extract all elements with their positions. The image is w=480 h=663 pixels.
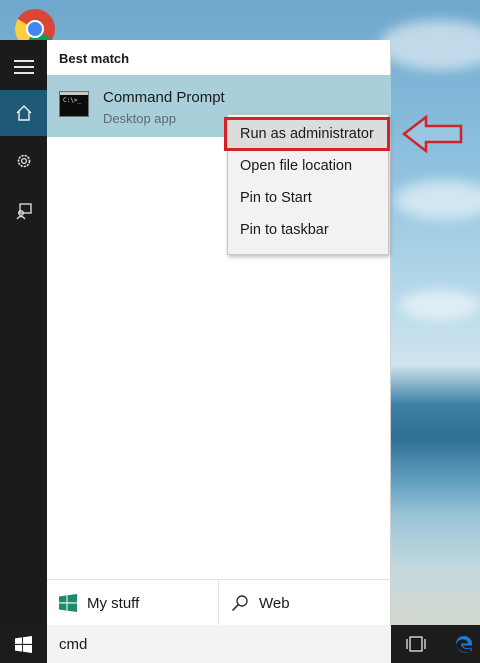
windows-logo-icon bbox=[59, 594, 77, 612]
edge-browser-button[interactable] bbox=[448, 625, 480, 663]
search-filters: My stuff Web bbox=[47, 579, 391, 626]
result-type: Desktop app bbox=[103, 111, 176, 126]
web-button[interactable]: Web bbox=[219, 580, 391, 626]
feedback-icon bbox=[15, 203, 32, 220]
annotation-arrow-icon bbox=[402, 114, 463, 154]
taskbar: cmd bbox=[0, 625, 480, 663]
web-label: Web bbox=[259, 594, 290, 612]
start-menu-rail bbox=[0, 40, 47, 625]
menu-item-pin-to-start[interactable]: Pin to Start bbox=[228, 182, 388, 214]
feedback-button[interactable] bbox=[0, 188, 47, 234]
menu-item-run-as-administrator[interactable]: Run as administrator bbox=[228, 118, 388, 150]
search-input[interactable]: cmd bbox=[47, 625, 391, 663]
windows-start-icon bbox=[15, 635, 32, 653]
home-button[interactable] bbox=[0, 90, 47, 136]
settings-button[interactable] bbox=[0, 138, 47, 184]
menu-item-pin-to-taskbar[interactable]: Pin to taskbar bbox=[228, 214, 388, 246]
search-icon bbox=[231, 595, 248, 612]
command-prompt-icon: C:\>_ bbox=[59, 91, 89, 117]
hamburger-menu-button[interactable] bbox=[0, 44, 47, 90]
home-icon bbox=[16, 105, 31, 121]
my-stuff-label: My stuff bbox=[87, 594, 140, 612]
my-stuff-button[interactable]: My stuff bbox=[47, 580, 219, 626]
task-view-icon bbox=[406, 636, 426, 652]
best-match-heading: Best match bbox=[59, 51, 130, 66]
result-name: Command Prompt bbox=[103, 89, 225, 106]
task-view-button[interactable] bbox=[400, 625, 432, 663]
menu-item-open-file-location[interactable]: Open file location bbox=[228, 150, 388, 182]
settings-gear-icon bbox=[17, 154, 30, 168]
edge-icon bbox=[455, 636, 473, 653]
context-menu: Run as administrator Open file location … bbox=[227, 114, 389, 255]
hamburger-menu-icon bbox=[13, 60, 34, 74]
start-button[interactable] bbox=[0, 625, 47, 663]
